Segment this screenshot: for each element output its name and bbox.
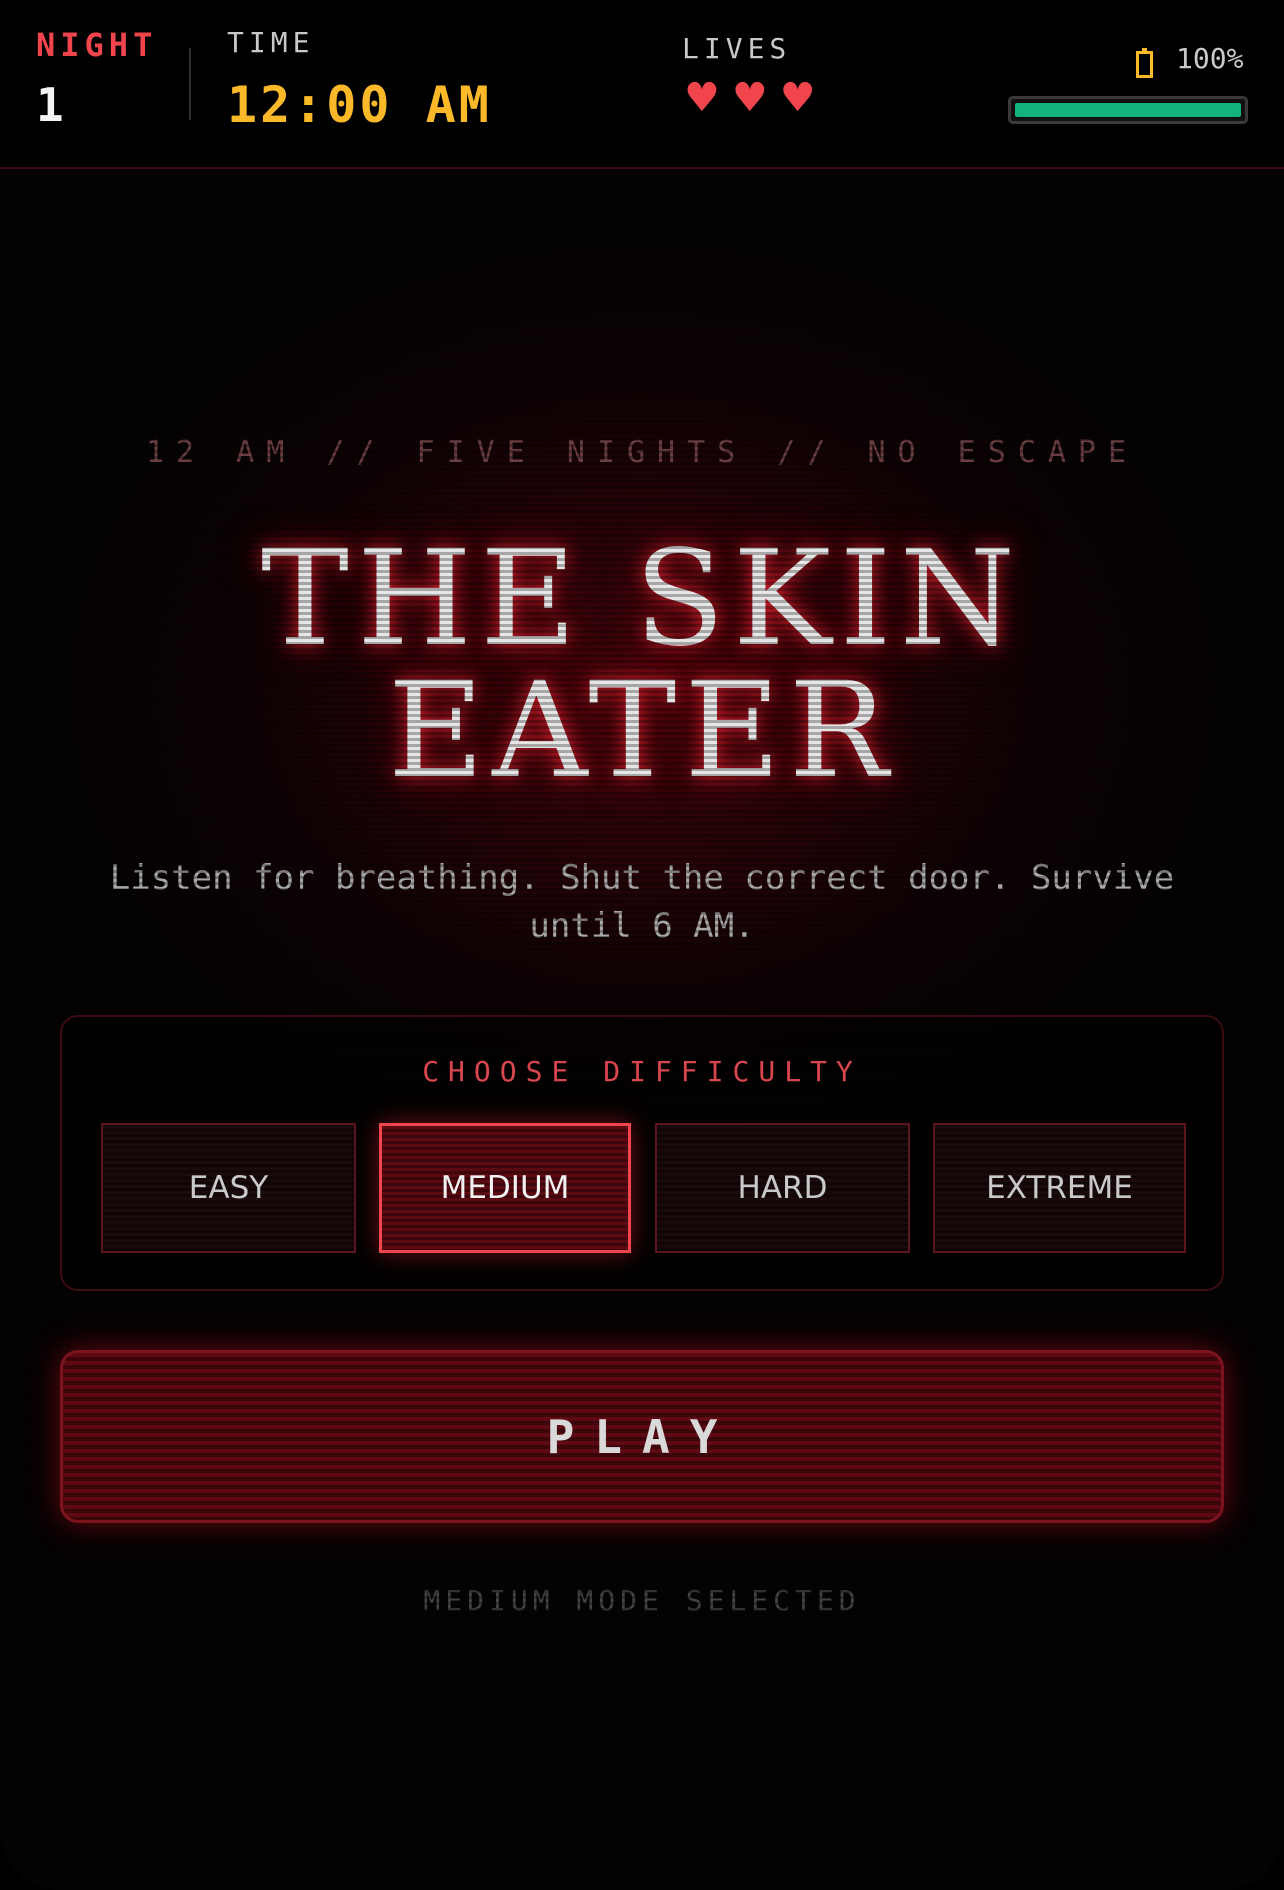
hud-bar: NIGHT 1 TIME 12:00 AM LIVES ♥ ♥ ♥ 100% xyxy=(0,0,1284,169)
title-line-1: THE SKIN xyxy=(260,522,1024,676)
instructions-text: Listen for breathing. Shut the correct d… xyxy=(109,858,1175,946)
battery-percent: 100% xyxy=(1176,42,1244,75)
hud-divider xyxy=(189,48,191,120)
tagline: 12 AM // FIVE NIGHTS // NO ESCAPE xyxy=(145,435,1139,470)
difficulty-easy-button[interactable]: EASY xyxy=(101,1123,356,1253)
difficulty-extreme-button[interactable]: EXTREME xyxy=(933,1123,1186,1253)
main-menu: 12 AM // FIVE NIGHTS // NO ESCAPE THE SK… xyxy=(0,171,1284,1890)
difficulty-panel: CHOOSE DIFFICULTY EASY MEDIUM HARD EXTRE… xyxy=(60,1015,1224,1291)
battery-bar xyxy=(1008,96,1248,124)
time-value: 12:00 AM xyxy=(227,76,492,134)
difficulty-heading: CHOOSE DIFFICULTY xyxy=(422,1055,862,1088)
heart-icon: ♥ xyxy=(779,75,816,121)
title-line-2: EATER xyxy=(387,654,897,808)
play-button[interactable]: PLAY xyxy=(60,1350,1224,1523)
difficulty-medium-button[interactable]: MEDIUM xyxy=(379,1123,631,1253)
night-label: NIGHT xyxy=(36,26,158,64)
night-value: 1 xyxy=(36,78,64,132)
battery-icon xyxy=(1136,48,1153,78)
heart-icon: ♥ xyxy=(731,75,768,121)
battery-fill xyxy=(1015,103,1241,117)
difficulty-hard-button[interactable]: HARD xyxy=(655,1123,910,1253)
mode-status: MEDIUM MODE SELECTED xyxy=(423,1584,861,1617)
time-label: TIME xyxy=(227,26,315,59)
game-screen: NIGHT 1 TIME 12:00 AM LIVES ♥ ♥ ♥ 100% 12 … xyxy=(0,0,1284,1890)
game-title: THE SKIN EATER xyxy=(0,533,1284,797)
heart-icon: ♥ xyxy=(684,75,720,121)
lives-label: LIVES xyxy=(682,32,792,65)
lives-hearts: ♥ ♥ ♥ xyxy=(684,78,816,118)
